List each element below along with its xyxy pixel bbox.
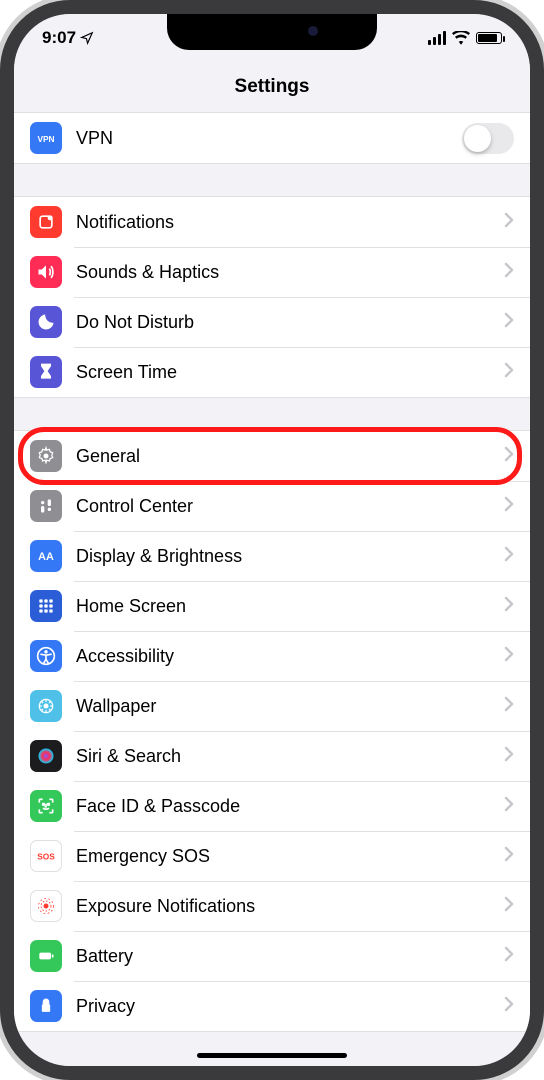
chevron-right-icon bbox=[504, 212, 514, 233]
svg-text:VPN: VPN bbox=[37, 134, 54, 144]
settings-row-battery[interactable]: Battery bbox=[14, 931, 530, 981]
display-icon: AA bbox=[30, 540, 62, 572]
settings-row-accessibility[interactable]: Accessibility bbox=[14, 631, 530, 681]
row-label: Screen Time bbox=[76, 362, 504, 383]
exposure-icon bbox=[30, 890, 62, 922]
chevron-right-icon bbox=[504, 796, 514, 817]
wallpaper-icon bbox=[30, 690, 62, 722]
chevron-right-icon bbox=[504, 312, 514, 333]
faceid-icon bbox=[30, 790, 62, 822]
sos-icon: SOS bbox=[30, 840, 62, 872]
row-label: Display & Brightness bbox=[76, 546, 504, 567]
location-icon bbox=[80, 31, 94, 45]
row-label: Accessibility bbox=[76, 646, 504, 667]
svg-text:AA: AA bbox=[38, 551, 54, 563]
home-indicator[interactable] bbox=[197, 1053, 347, 1058]
chevron-right-icon bbox=[504, 646, 514, 667]
settings-row-siri[interactable]: Siri & Search bbox=[14, 731, 530, 781]
chevron-right-icon bbox=[504, 596, 514, 617]
chevron-right-icon bbox=[504, 362, 514, 383]
settings-row-dnd[interactable]: Do Not Disturb bbox=[14, 297, 530, 347]
row-label: Emergency SOS bbox=[76, 846, 504, 867]
chevron-right-icon bbox=[504, 496, 514, 517]
row-label: Do Not Disturb bbox=[76, 312, 504, 333]
row-label: Privacy bbox=[76, 996, 504, 1017]
vpn-toggle[interactable] bbox=[462, 123, 514, 154]
settings-row-vpn[interactable]: VPN VPN bbox=[14, 113, 530, 163]
row-label: Exposure Notifications bbox=[76, 896, 504, 917]
homescreen-icon bbox=[30, 590, 62, 622]
dnd-icon bbox=[30, 306, 62, 338]
cellular-icon bbox=[428, 31, 446, 45]
row-label: Home Screen bbox=[76, 596, 504, 617]
page-title: Settings bbox=[14, 62, 530, 112]
row-label: Wallpaper bbox=[76, 696, 504, 717]
row-label: Face ID & Passcode bbox=[76, 796, 504, 817]
siri-icon bbox=[30, 740, 62, 772]
row-label: Control Center bbox=[76, 496, 504, 517]
notifications-icon bbox=[30, 206, 62, 238]
wifi-icon bbox=[452, 31, 470, 45]
row-label: VPN bbox=[76, 128, 462, 149]
sounds-icon bbox=[30, 256, 62, 288]
settings-row-screentime[interactable]: Screen Time bbox=[14, 347, 530, 397]
chevron-right-icon bbox=[504, 262, 514, 283]
battery-icon bbox=[30, 940, 62, 972]
row-label: Siri & Search bbox=[76, 746, 504, 767]
screentime-icon bbox=[30, 356, 62, 388]
status-time: 9:07 bbox=[42, 28, 76, 48]
battery-icon bbox=[476, 32, 502, 44]
settings-row-display[interactable]: AA Display & Brightness bbox=[14, 531, 530, 581]
accessibility-icon bbox=[30, 640, 62, 672]
settings-row-faceid[interactable]: Face ID & Passcode bbox=[14, 781, 530, 831]
chevron-right-icon bbox=[504, 896, 514, 917]
settings-row-homescreen[interactable]: Home Screen bbox=[14, 581, 530, 631]
svg-text:SOS: SOS bbox=[37, 851, 55, 861]
vpn-icon: VPN bbox=[30, 122, 62, 154]
row-label: Battery bbox=[76, 946, 504, 967]
settings-row-exposure[interactable]: Exposure Notifications bbox=[14, 881, 530, 931]
chevron-right-icon bbox=[504, 746, 514, 767]
chevron-right-icon bbox=[504, 946, 514, 967]
settings-row-notifications[interactable]: Notifications bbox=[14, 197, 530, 247]
chevron-right-icon bbox=[504, 846, 514, 867]
settings-list[interactable]: VPN VPN Notifications Sounds & Haptics Do No… bbox=[14, 112, 530, 1066]
controlcenter-icon bbox=[30, 490, 62, 522]
general-icon bbox=[30, 440, 62, 472]
chevron-right-icon bbox=[504, 996, 514, 1017]
chevron-right-icon bbox=[504, 696, 514, 717]
settings-row-sounds[interactable]: Sounds & Haptics bbox=[14, 247, 530, 297]
chevron-right-icon bbox=[504, 546, 514, 567]
settings-row-wallpaper[interactable]: Wallpaper bbox=[14, 681, 530, 731]
settings-row-sos[interactable]: SOS Emergency SOS bbox=[14, 831, 530, 881]
row-label: Sounds & Haptics bbox=[76, 262, 504, 283]
settings-row-privacy[interactable]: Privacy bbox=[14, 981, 530, 1031]
settings-row-controlcenter[interactable]: Control Center bbox=[14, 481, 530, 531]
row-label: General bbox=[76, 446, 504, 467]
row-label: Notifications bbox=[76, 212, 504, 233]
privacy-icon bbox=[30, 990, 62, 1022]
settings-row-general[interactable]: General bbox=[14, 431, 530, 481]
chevron-right-icon bbox=[504, 446, 514, 467]
